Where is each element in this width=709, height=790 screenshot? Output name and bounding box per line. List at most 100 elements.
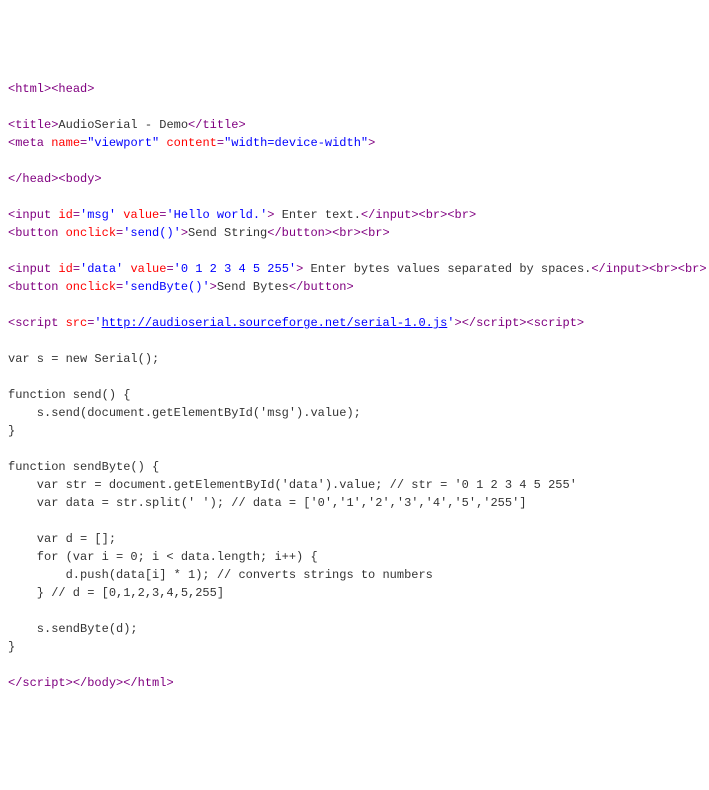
code-snippet: <html><head> <title>AudioSerial - Demo</… xyxy=(8,80,701,692)
code-token: = xyxy=(73,262,80,276)
code-token: AudioSerial - Demo xyxy=(58,118,188,132)
code-line: s.sendByte(d); xyxy=(8,620,701,638)
code-token: s.sendByte(d); xyxy=(8,622,138,636)
code-token: "width=device-width" xyxy=(224,136,368,150)
code-token: value xyxy=(130,262,166,276)
code-token: onclick xyxy=(66,280,116,294)
code-token: onclick xyxy=(66,226,116,240)
code-token: </title> xyxy=(188,118,246,132)
code-line: <input id='msg' value='Hello world.'> En… xyxy=(8,206,701,224)
code-token: = xyxy=(217,136,224,150)
code-token: <script xyxy=(8,316,66,330)
code-token: <br> xyxy=(332,226,361,240)
code-line: var data = str.split(' '); // data = ['0… xyxy=(8,494,701,512)
code-token: Send Bytes xyxy=(217,280,289,294)
code-token: </button> xyxy=(267,226,332,240)
code-token: } // d = [0,1,2,3,4,5,255] xyxy=(8,586,224,600)
code-token: var data = str.split(' '); // data = ['0… xyxy=(8,496,526,510)
code-line: } xyxy=(8,638,701,656)
code-line xyxy=(8,98,701,116)
code-token: <br> xyxy=(361,226,390,240)
code-line xyxy=(8,440,701,458)
code-line: } xyxy=(8,422,701,440)
code-line: <meta name="viewport" content="width=dev… xyxy=(8,134,701,152)
code-line: for (var i = 0; i < data.length; i++) { xyxy=(8,548,701,566)
code-token: src xyxy=(66,316,88,330)
code-token: function send() { xyxy=(8,388,130,402)
code-token: </button> xyxy=(289,280,354,294)
code-token: </script> xyxy=(462,316,527,330)
code-token: > xyxy=(267,208,274,222)
code-token: <head> xyxy=(51,82,94,96)
code-line: d.push(data[i] * 1); // converts strings… xyxy=(8,566,701,584)
code-token: <input xyxy=(8,208,58,222)
code-line: <button onclick='send()'>Send String</bu… xyxy=(8,224,701,242)
code-token: id xyxy=(58,208,72,222)
code-token: <br> xyxy=(649,262,678,276)
code-token: > xyxy=(454,316,461,330)
code-line xyxy=(8,242,701,260)
code-line xyxy=(8,368,701,386)
code-token: <br> xyxy=(447,208,476,222)
code-line xyxy=(8,602,701,620)
code-token: content xyxy=(166,136,216,150)
code-line: function send() { xyxy=(8,386,701,404)
code-line: </head><body> xyxy=(8,170,701,188)
code-line: <button onclick='sendByte()'>Send Bytes<… xyxy=(8,278,701,296)
code-token: "viewport" xyxy=(87,136,159,150)
code-token: Enter text. xyxy=(275,208,361,222)
code-token: > xyxy=(181,226,188,240)
code-token: } xyxy=(8,424,15,438)
code-token: <input xyxy=(8,262,58,276)
code-token: 'msg' xyxy=(80,208,116,222)
code-token: <html> xyxy=(8,82,51,96)
code-token: = xyxy=(166,262,173,276)
code-token: 'Hello world.' xyxy=(166,208,267,222)
code-token: <br> xyxy=(419,208,448,222)
code-token: <button xyxy=(8,280,66,294)
code-token: </html> xyxy=(123,676,173,690)
code-token: function sendByte() { xyxy=(8,460,159,474)
code-token: Send String xyxy=(188,226,267,240)
code-line: var str = document.getElementById('data'… xyxy=(8,476,701,494)
code-token: var s = new Serial(); xyxy=(8,352,159,366)
code-line: s.send(document.getElementById('msg').va… xyxy=(8,404,701,422)
code-token: id xyxy=(58,262,72,276)
code-line: function sendByte() { xyxy=(8,458,701,476)
code-token: <script> xyxy=(527,316,585,330)
code-line: </script></body></html> xyxy=(8,674,701,692)
code-line xyxy=(8,152,701,170)
code-line: <html><head> xyxy=(8,80,701,98)
code-token: s.send(document.getElementById('msg').va… xyxy=(8,406,361,420)
code-token: <br> xyxy=(678,262,707,276)
code-token: ' xyxy=(94,316,101,330)
code-token: } xyxy=(8,640,15,654)
code-token: = xyxy=(73,208,80,222)
code-token: 'send()' xyxy=(123,226,181,240)
code-token: <title> xyxy=(8,118,58,132)
code-token: </body> xyxy=(73,676,123,690)
code-token: value xyxy=(123,208,159,222)
code-token: http://audioserial.sourceforge.net/seria… xyxy=(102,316,448,330)
code-line xyxy=(8,332,701,350)
code-line: } // d = [0,1,2,3,4,5,255] xyxy=(8,584,701,602)
code-token: > xyxy=(210,280,217,294)
code-token: </head> xyxy=(8,172,58,186)
code-token: > xyxy=(368,136,375,150)
code-token: var d = []; xyxy=(8,532,116,546)
code-token: 'sendByte()' xyxy=(123,280,209,294)
code-token: <meta xyxy=(8,136,51,150)
code-token: '0 1 2 3 4 5 255' xyxy=(174,262,296,276)
code-token: <button xyxy=(8,226,66,240)
code-line xyxy=(8,512,701,530)
code-line: var s = new Serial(); xyxy=(8,350,701,368)
code-token: 'data' xyxy=(80,262,123,276)
code-token: name xyxy=(51,136,80,150)
code-line xyxy=(8,656,701,674)
code-token: var str = document.getElementById('data'… xyxy=(8,478,577,492)
code-line xyxy=(8,188,701,206)
code-token: for (var i = 0; i < data.length; i++) { xyxy=(8,550,318,564)
code-line: <input id='data' value='0 1 2 3 4 5 255'… xyxy=(8,260,701,278)
code-token: <body> xyxy=(58,172,101,186)
code-token: </script> xyxy=(8,676,73,690)
